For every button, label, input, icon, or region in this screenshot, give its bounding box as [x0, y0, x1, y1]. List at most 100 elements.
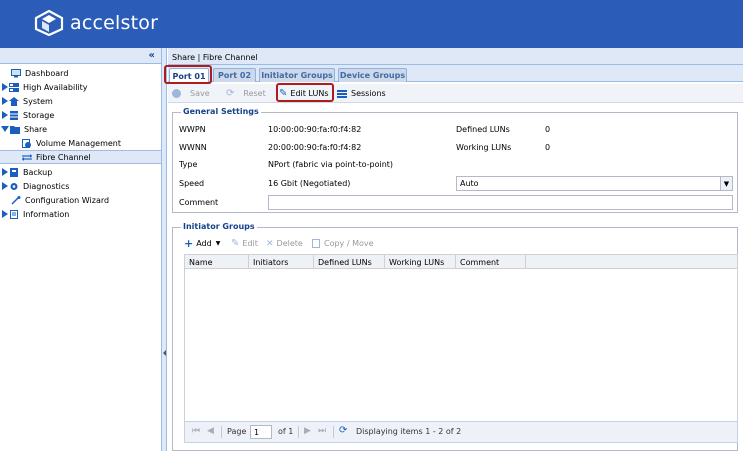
- chevron-down-icon[interactable]: ▼: [720, 177, 732, 190]
- next-page-icon[interactable]: ▶: [304, 426, 311, 436]
- sidebar-item-system[interactable]: System: [0, 94, 161, 108]
- pencil-icon: ✎: [231, 238, 240, 249]
- grid-body[interactable]: [184, 269, 738, 421]
- splitter-arrow-icon[interactable]: [163, 350, 166, 356]
- refresh-icon: ⟳: [226, 88, 235, 99]
- type-value: NPort (fabric via point-to-point): [268, 160, 394, 169]
- column-header-defined-luns[interactable]: Defined LUNs: [314, 255, 385, 268]
- add-button[interactable]: + Add ▼: [184, 237, 220, 250]
- last-page-icon[interactable]: ⏭: [318, 426, 326, 436]
- grid-header: Name Initiators Defined LUNs Working LUN…: [184, 254, 738, 269]
- sidebar-item-information[interactable]: Information: [0, 207, 161, 221]
- page-count-label: of 1: [278, 427, 294, 436]
- tab-strip: Port 01 Port 02 Initiator Groups Device …: [168, 65, 743, 83]
- breadcrumb: Share | Fibre Channel: [168, 48, 743, 65]
- column-header-initiators[interactable]: Initiators: [249, 255, 314, 268]
- sidebar-item-share[interactable]: Share: [0, 122, 161, 136]
- document-icon: [9, 209, 19, 219]
- comment-label: Comment: [179, 198, 219, 207]
- sidebar-item-high-availability[interactable]: High Availability: [0, 80, 161, 94]
- sidebar-item-label: Share: [24, 124, 48, 134]
- save-button[interactable]: Save: [172, 87, 210, 100]
- sessions-icon: [337, 89, 347, 98]
- wand-icon: [11, 195, 21, 205]
- database-icon: [9, 110, 19, 120]
- chevron-down-icon: ▼: [215, 240, 221, 247]
- defined-luns-value: 0: [545, 125, 551, 134]
- sidebar-item-label: Diagnostics: [23, 181, 70, 191]
- sidebar-item-fibre-channel[interactable]: Fibre Channel: [0, 150, 161, 164]
- expand-arrow-icon[interactable]: [2, 83, 8, 91]
- sidebar-item-backup[interactable]: Backup: [0, 165, 161, 179]
- wwpn-value: 10:00:00:90:fa:f0:f4:82: [268, 125, 362, 134]
- speed-select[interactable]: Auto ▼: [456, 176, 733, 191]
- copy-move-button[interactable]: Copy / Move: [312, 237, 374, 250]
- sidebar-item-configuration-wizard[interactable]: Configuration Wizard: [0, 193, 161, 207]
- speed-label: Speed: [179, 179, 205, 188]
- gear-icon: [9, 182, 19, 191]
- sidebar-item-label: Storage: [23, 110, 55, 120]
- wwnn-value: 20:00:00:90:fa:f0:f4:82: [268, 143, 362, 152]
- sidebar-item-label: Backup: [23, 167, 53, 177]
- backup-icon: [9, 167, 19, 177]
- expand-arrow-icon[interactable]: [2, 210, 8, 218]
- edit-luns-highlight-frame: [276, 83, 334, 102]
- paging-display-text: Displaying items 1 - 2 of 2: [356, 427, 462, 436]
- sidebar-header: «: [0, 48, 161, 64]
- edit-button[interactable]: ✎ Edit: [231, 237, 258, 250]
- expand-arrow-icon[interactable]: [2, 182, 8, 190]
- wwpn-label: WWPN: [179, 125, 206, 134]
- sidebar-item-label: High Availability: [23, 82, 88, 92]
- port-toolbar: Save ⟳ Reset ✎ Edit LUNs Sessions: [168, 84, 743, 103]
- expand-arrow-icon[interactable]: [2, 168, 8, 176]
- sessions-button[interactable]: Sessions: [337, 87, 386, 100]
- sidebar-item-label: Configuration Wizard: [25, 195, 110, 205]
- tab-device-groups[interactable]: Device Groups: [338, 68, 407, 82]
- initiator-groups-panel: Initiator Groups + Add ▼ ✎ Edit ✕ Delete…: [172, 222, 738, 451]
- comment-input[interactable]: [268, 195, 733, 210]
- pager-separator: [298, 426, 299, 438]
- brand-logo: accelstor: [34, 10, 158, 36]
- sidebar-item-label: Volume Management: [36, 138, 121, 148]
- paging-toolbar: ⏮ ◀ Page 1 of 1 ▶ ⏭ ⟳ Displaying items 1…: [184, 421, 738, 443]
- delete-button[interactable]: ✕ Delete: [266, 237, 303, 250]
- sidebar-splitter[interactable]: [162, 48, 167, 451]
- reset-button[interactable]: ⟳ Reset: [226, 87, 266, 100]
- speed-value: 16 Gbit (Negotiated): [268, 179, 351, 188]
- pager-separator: [333, 426, 334, 438]
- working-luns-value: 0: [545, 143, 551, 152]
- tab-port-02[interactable]: Port 02: [213, 68, 256, 82]
- sidebar-item-volume-management[interactable]: Volume Management: [0, 136, 161, 150]
- sidebar-item-label: Fibre Channel: [36, 152, 91, 162]
- page-number-input[interactable]: 1: [250, 425, 272, 439]
- prev-page-icon[interactable]: ◀: [207, 426, 214, 436]
- initiator-groups-legend: Initiator Groups: [181, 222, 257, 231]
- column-header-comment[interactable]: Comment: [456, 255, 526, 268]
- defined-luns-label: Defined LUNs: [456, 125, 510, 134]
- sidebar-item-label: Information: [23, 209, 70, 219]
- refresh-icon[interactable]: ⟳: [339, 425, 347, 436]
- sidebar-item-label: Dashboard: [25, 68, 69, 78]
- plus-icon: +: [184, 237, 194, 250]
- type-label: Type: [179, 160, 198, 169]
- wwnn-label: WWNN: [179, 143, 207, 152]
- collapse-arrow-icon[interactable]: [1, 126, 9, 132]
- monitor-icon: [11, 68, 21, 78]
- column-header-name[interactable]: Name: [185, 255, 249, 268]
- column-header-working-luns[interactable]: Working LUNs: [385, 255, 456, 268]
- sidebar-item-label: System: [23, 96, 53, 106]
- sidebar-item-dashboard[interactable]: Dashboard: [0, 66, 161, 80]
- copy-icon: [312, 239, 320, 248]
- first-page-icon[interactable]: ⏮: [192, 426, 200, 436]
- app-header: accelstor: [0, 0, 743, 48]
- tab-initiator-groups[interactable]: Initiator Groups: [259, 68, 335, 82]
- sidebar-item-diagnostics[interactable]: Diagnostics: [0, 179, 161, 193]
- expand-arrow-icon[interactable]: [2, 97, 8, 105]
- save-check-icon: [172, 89, 181, 98]
- sidebar-item-storage[interactable]: Storage: [0, 108, 161, 122]
- expand-arrow-icon[interactable]: [2, 111, 8, 119]
- collapse-sidebar-icon[interactable]: «: [149, 50, 155, 61]
- house-icon: [9, 96, 19, 106]
- accelstor-logo-icon: [34, 10, 64, 36]
- tab-highlight-frame: [164, 65, 212, 84]
